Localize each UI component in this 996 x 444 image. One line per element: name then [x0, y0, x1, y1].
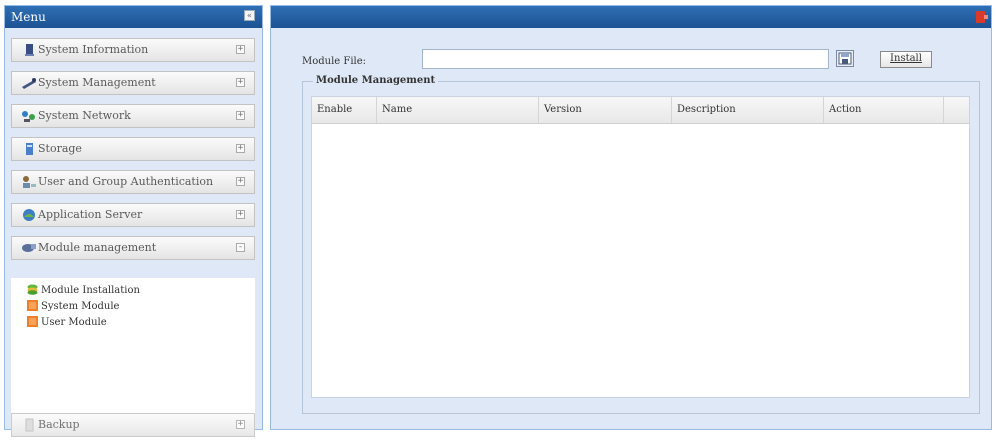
menu-item-backup[interactable]: Backup +	[11, 413, 255, 437]
logout-icon[interactable]	[976, 11, 988, 23]
menu-item-application-server[interactable]: Application Server +	[11, 203, 255, 227]
menu-item-system-information[interactable]: System Information +	[11, 38, 255, 62]
submenu-item-system-module[interactable]: System Module	[27, 300, 119, 314]
expand-icon[interactable]: +	[236, 78, 245, 87]
menu-item-label: Application Server	[38, 208, 143, 221]
expand-icon[interactable]: +	[236, 144, 245, 153]
content-header	[271, 6, 991, 28]
menu-title: Menu	[11, 10, 46, 24]
menu-header: Menu «	[5, 6, 262, 28]
system-module-icon	[27, 300, 38, 311]
menu-item-storage[interactable]: Storage +	[11, 137, 255, 161]
browse-button[interactable]	[836, 50, 854, 67]
menu-panel: Menu « System Information + System Manag…	[4, 5, 263, 444]
menu-item-system-network[interactable]: System Network +	[11, 104, 255, 128]
system-information-icon	[25, 44, 34, 56]
menu-body: System Information + System Management +…	[11, 38, 255, 444]
system-management-icon	[22, 78, 36, 89]
floppy-icon	[838, 52, 852, 65]
collapse-icon[interactable]: «	[244, 10, 255, 21]
storage-icon	[26, 143, 33, 155]
column-header-action[interactable]: Action	[824, 97, 944, 123]
submenu-item-label: User Module	[41, 317, 107, 328]
column-header-spacer	[944, 97, 969, 123]
column-header-enable[interactable]: Enable	[312, 97, 377, 123]
collapse-section-icon[interactable]: -	[236, 243, 245, 252]
user-module-icon	[27, 316, 38, 327]
user-group-icon	[23, 176, 36, 188]
column-header-description[interactable]: Description	[672, 97, 824, 123]
backup-icon	[25, 418, 34, 432]
module-file-input[interactable]	[422, 49, 829, 69]
menu-item-label: Module management	[38, 241, 157, 254]
module-file-label: Module File:	[302, 56, 367, 67]
expand-icon[interactable]: +	[236, 177, 245, 186]
module-management-fieldset: Module Management Enable Name Version De…	[302, 75, 980, 414]
fieldset-legend: Module Management	[313, 75, 439, 86]
submenu-item-module-installation[interactable]: Module Installation	[27, 284, 140, 298]
grid-header: Enable Name Version Description Action	[312, 97, 969, 124]
install-button-label: Install	[890, 53, 922, 64]
submenu-item-label: Module Installation	[41, 285, 140, 296]
menu-item-system-management[interactable]: System Management +	[11, 71, 255, 95]
column-header-version[interactable]: Version	[539, 97, 672, 123]
module-installation-icon	[27, 284, 38, 295]
menu-item-label: System Network	[38, 109, 131, 122]
column-header-name[interactable]: Name	[377, 97, 539, 123]
submenu-item-label: System Module	[41, 301, 120, 312]
content-panel: Module File: Install Module Management E…	[270, 5, 992, 430]
menu-item-label: System Information	[38, 43, 149, 56]
expand-icon[interactable]: +	[236, 420, 245, 429]
install-button[interactable]: Install	[880, 51, 932, 68]
system-network-icon	[22, 111, 35, 122]
submenu-item-user-module[interactable]: User Module	[27, 316, 107, 330]
expand-icon[interactable]: +	[236, 45, 245, 54]
menu-item-module-management[interactable]: Module management -	[11, 236, 255, 260]
menu-item-label: User and Group Authentication	[38, 175, 214, 188]
menu-item-label: System Management	[38, 76, 156, 89]
module-management-icon	[22, 244, 36, 252]
module-grid: Enable Name Version Description Action	[311, 96, 970, 398]
menu-item-user-group-authentication[interactable]: User and Group Authentication +	[11, 170, 255, 194]
expand-icon[interactable]: +	[236, 111, 245, 120]
application-server-icon	[23, 209, 35, 221]
menu-item-label: Storage	[38, 142, 82, 155]
expand-icon[interactable]: +	[236, 210, 245, 219]
